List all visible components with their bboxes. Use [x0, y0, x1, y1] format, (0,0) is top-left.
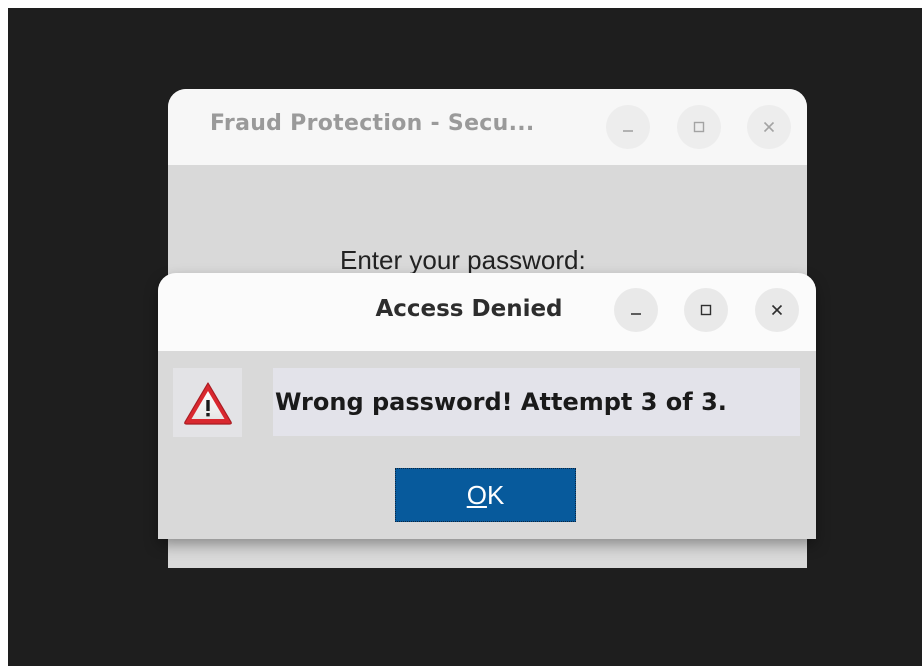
ok-mnemonic: O: [466, 479, 487, 510]
maximize-button[interactable]: [684, 288, 728, 332]
warning-icon-container: [173, 368, 242, 437]
close-button[interactable]: [755, 288, 799, 332]
maximize-icon: [693, 121, 705, 133]
close-icon: [771, 304, 783, 316]
ok-rest: K: [486, 479, 505, 510]
window-title: Fraud Protection - Secu...: [210, 111, 535, 136]
close-icon: [763, 121, 775, 133]
window-titlebar[interactable]: Fraud Protection - Secu...: [168, 89, 807, 165]
minimize-icon: [631, 313, 641, 315]
close-button[interactable]: [747, 105, 791, 149]
minimize-icon: [623, 130, 633, 132]
message-area: Wrong password! Attempt 3 of 3.: [273, 368, 800, 436]
ok-button[interactable]: OK: [395, 468, 576, 522]
password-prompt-label: Enter your password:: [340, 245, 586, 275]
maximize-button[interactable]: [677, 105, 721, 149]
dialog-titlebar[interactable]: Access Denied: [158, 273, 816, 351]
ok-button-label: OK: [467, 480, 505, 511]
maximize-icon: [700, 304, 712, 316]
desktop-background: Fraud Protection - Secu... Enter your pa…: [8, 8, 922, 666]
warning-icon: [183, 381, 232, 425]
access-denied-dialog: Access Denied Wrong password! Attempt 3 …: [158, 273, 816, 539]
minimize-button[interactable]: [614, 288, 658, 332]
minimize-button[interactable]: [606, 105, 650, 149]
error-message: Wrong password! Attempt 3 of 3.: [275, 388, 727, 416]
